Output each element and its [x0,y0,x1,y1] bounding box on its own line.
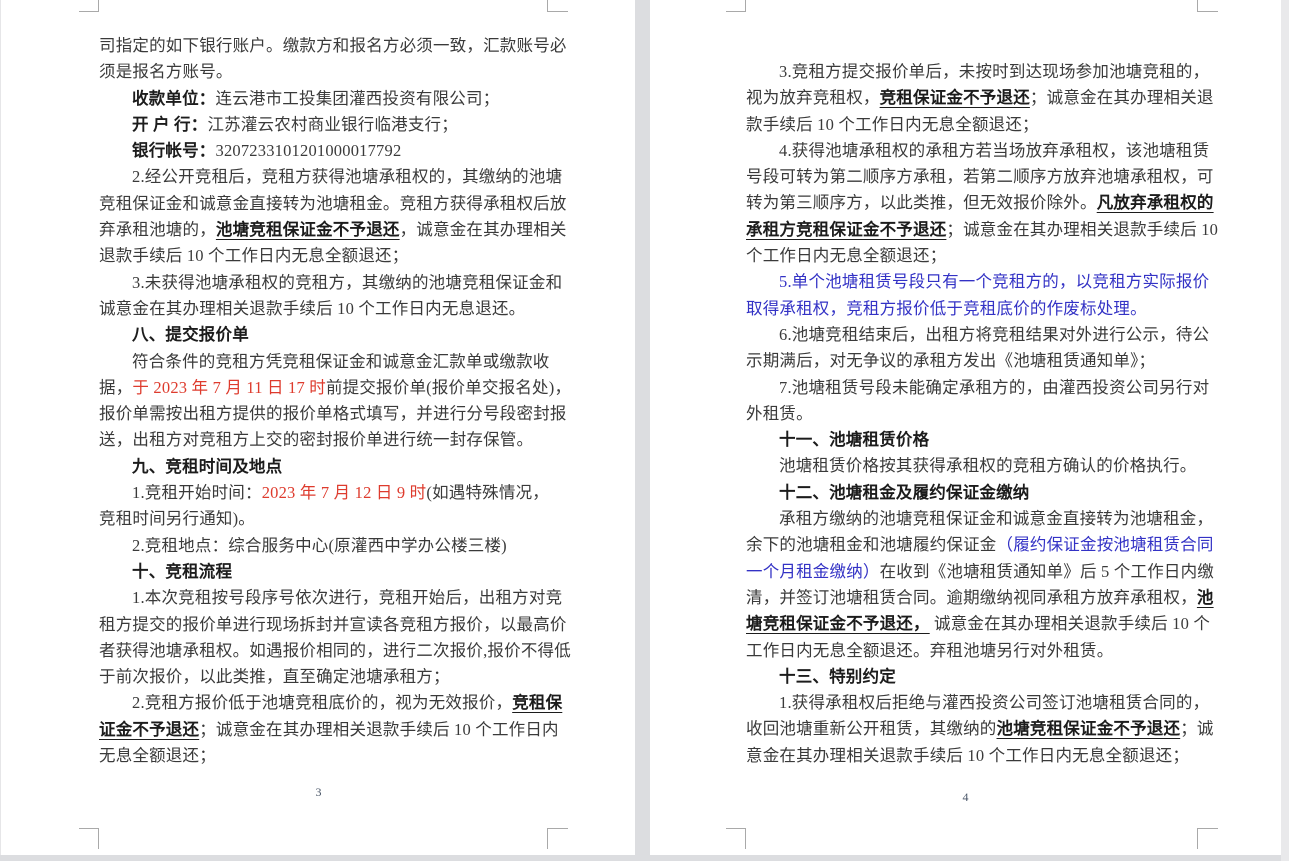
page-4: 3.竞租方提交报价单后，未按时到达现场参加池塘竞租的，视为放弃竞租权，竞租保证金… [650,0,1281,855]
page-3: 司指定的如下银行账户。缴款方和报名方必须一致，汇款账号必须是报名方账号。收款单位… [0,0,636,855]
text-line: 司指定的如下银行账户。缴款方和报名方必须一致，汇款账号必 [99,33,547,59]
background-strip [0,855,1281,861]
document-viewer: 司指定的如下银行账户。缴款方和报名方必须一致，汇款账号必须是报名方账号。收款单位… [0,0,1289,861]
text-line: 据，于 2023 年 7 月 11 日 17 时前提交报价单(报价单交报名处)， [99,375,547,401]
text-line: 租方提交的报价单进行现场拆封并宣读各竞租方报价，以最高价 [99,612,547,638]
text-line: 池塘租赁价格按其获得承租权的竞租方确认的价格执行。 [746,453,1198,479]
text-line: 十二、池塘租金及履约保证金缴纳 [746,480,1198,506]
text-line: 2.经公开竞租后，竞租方获得池塘承租权的，其缴纳的池塘 [99,164,547,190]
text-line: 证金不予退还；诚意金在其办理相关退款手续后 10 个工作日内 [99,717,547,743]
text-line: 十、竞租流程 [99,559,547,585]
text-line: 诚意金在其办理相关退款手续后 10 个工作日内无息退还。 [99,296,547,322]
text-line: 十一、池塘租赁价格 [746,427,1198,453]
text-line: 1.本次竞租按号段序号依次进行，竞租开始后，出租方对竞 [99,585,547,611]
crop-mark-bottom-left [726,828,746,849]
crop-mark-top-left [79,0,99,12]
text-line: 须是报名方账号。 [99,59,547,85]
text-line: 个工作日内无息全额退还； [746,243,1198,269]
text-line: 转为第三顺序方，以此类推，但无效报价除外。凡放弃承租权的 [746,190,1198,216]
page-3-text: 司指定的如下银行账户。缴款方和报名方必须一致，汇款账号必须是报名方账号。收款单位… [99,33,547,769]
text-line: 取得承租权，竞租方报价低于竞租底价的作废标处理。 [746,296,1198,322]
text-line: 八、提交报价单 [99,322,547,348]
text-line: 7.池塘租赁号段未能确定承租方的，由灌西投资公司另行对 [746,375,1198,401]
text-line: 3.未获得池塘承租权的竞租方，其缴纳的池塘竞租保证金和 [99,270,547,296]
text-line: 塘竞租保证金不予退还， 诚意金在其办理相关退款手续后 10 个 [746,611,1198,637]
page-divider [635,0,650,861]
crop-mark-bottom-left [79,828,99,849]
text-line: 竞租保证金和诚意金直接转为池塘租金。竞租方获得承租权后放 [99,191,547,217]
text-line: 6.池塘竞租结束后，出租方将竞租结果对外进行公示，待公 [746,322,1198,348]
text-line: 2.竞租地点：综合服务中心(原灌西中学办公楼三楼) [99,533,547,559]
page-3-number: 3 [1,785,636,800]
text-line: 3.竞租方提交报价单后，未按时到达现场参加池塘竞租的， [746,59,1198,85]
scrollbar-track[interactable] [1281,0,1289,861]
text-line: 符合条件的竞租方凭竞租保证金和诚意金汇款单或缴款收 [99,349,547,375]
text-line: 2.竞租方报价低于池塘竞租底价的，视为无效报价，竞租保 [99,690,547,716]
crop-mark-top-left [726,0,746,12]
text-line: 4.获得池塘承租权的承租方若当场放弃承租权，该池塘租赁 [746,138,1198,164]
text-line: 视为放弃竞租权，竞租保证金不予退还；诚意金在其办理相关退 [746,85,1198,111]
text-line: 款手续后 10 个工作日内无息全额退还； [746,112,1198,138]
text-line: 竞租时间另行通知)。 [99,506,547,532]
text-line: 示期满后，对无争议的承租方发出《池塘租赁通知单》； [746,348,1198,374]
text-line: 收款单位：连云港市工投集团灌西投资有限公司； [99,86,547,112]
text-line: 无息全额退还； [99,743,547,769]
text-line: 承租方缴纳的池塘竞租保证金和诚意金直接转为池塘租金， [746,506,1198,532]
text-line: 5.单个池塘租赁号段只有一个竞租方的，以竞租方实际报价 [746,269,1198,295]
text-line: 收回池塘重新公开租赁，其缴纳的池塘竞租保证金不予退还；诚 [746,716,1198,742]
text-line: 者获得池塘承租权。如遇报价相同的，进行二次报价,报价不得低 [99,638,547,664]
crop-mark-top-right [1197,0,1218,12]
text-line: 清，并签订池塘租赁合同。逾期缴纳视同承租方放弃承租权，池 [746,585,1198,611]
text-line: 开 户 行：江苏灌云农村商业银行临港支行； [99,112,547,138]
text-line: 承租方竞租保证金不予退还；诚意金在其办理相关退款手续后 10 [746,217,1198,243]
text-line: 余下的池塘租金和池塘履约保证金（履约保证金按池塘租赁合同 [746,532,1198,558]
text-line: 外租赁。 [746,401,1198,427]
text-line: 意金在其办理相关退款手续后 10 个工作日内无息全额退还； [746,743,1198,769]
text-line: 一个月租金缴纳）在收到《池塘租赁通知单》后 5 个工作日内缴 [746,559,1198,585]
text-line: 九、竞租时间及地点 [99,454,547,480]
text-line: 工作日内无息全额退还。弃租池塘另行对外租赁。 [746,638,1198,664]
text-line: 送，出租方对竞租方上交的密封报价单进行统一封存保管。 [99,427,547,453]
text-line: 银行帐号：3207233101201000017792 [99,138,547,164]
text-line: 号段可转为第二顺序方承租，若第二顺序方放弃池塘承租权，可 [746,164,1198,190]
crop-mark-top-right [547,0,568,12]
crop-mark-bottom-right [547,828,568,849]
crop-mark-bottom-right [1197,828,1218,849]
text-line: 1.竞租开始时间：2023 年 7 月 12 日 9 时(如遇特殊情况， [99,480,547,506]
text-line: 弃承租池塘的，池塘竞租保证金不予退还，诚意金在其办理相关 [99,217,547,243]
text-line: 十三、特别约定 [746,664,1198,690]
text-line: 于前次报价，以此类推，直至确定池塘承租方； [99,664,547,690]
text-line: 退款手续后 10 个工作日内无息全额退还； [99,243,547,269]
page-4-number: 4 [650,790,1281,805]
page-4-text: 3.竞租方提交报价单后，未按时到达现场参加池塘竞租的，视为放弃竞租权，竞租保证金… [746,59,1198,769]
text-line: 报价单需按出租方提供的报价单格式填写，并进行分号段密封报 [99,401,547,427]
text-line: 1.获得承租权后拒绝与灌西投资公司签订池塘租赁合同的， [746,690,1198,716]
